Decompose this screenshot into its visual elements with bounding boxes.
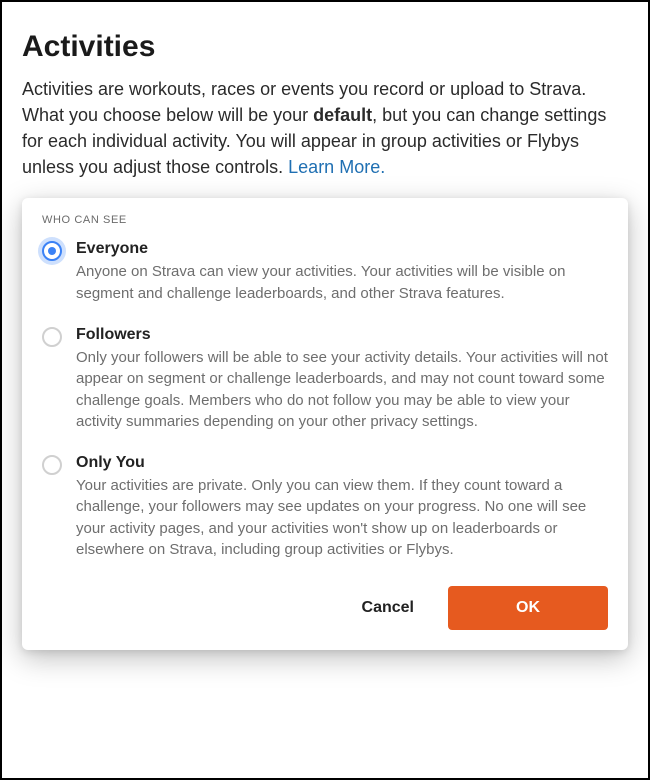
dialog-section-label: WHO CAN SEE xyxy=(42,214,608,226)
page-title: Activities xyxy=(22,30,628,64)
privacy-dialog: WHO CAN SEE Everyone Anyone on Strava ca… xyxy=(22,198,628,650)
radio-option-everyone[interactable]: Everyone Anyone on Strava can view your … xyxy=(42,240,608,304)
page-description: Activities are workouts, races or events… xyxy=(22,76,628,180)
option-title: Only You xyxy=(76,454,608,472)
dialog-actions: Cancel OK xyxy=(42,586,608,630)
option-description: Anyone on Strava can view your activitie… xyxy=(76,261,608,304)
radio-toggle-icon xyxy=(42,327,62,347)
option-description: Only your followers will be able to see … xyxy=(76,347,608,432)
option-body: Everyone Anyone on Strava can view your … xyxy=(76,240,608,304)
option-body: Followers Only your followers will be ab… xyxy=(76,326,608,432)
option-body: Only You Your activities are private. On… xyxy=(76,454,608,560)
description-bold: default xyxy=(313,105,372,125)
cancel-button[interactable]: Cancel xyxy=(346,587,430,629)
radio-toggle-icon xyxy=(42,241,62,261)
option-title: Followers xyxy=(76,326,608,344)
ok-button[interactable]: OK xyxy=(448,586,608,630)
radio-option-only-you[interactable]: Only You Your activities are private. On… xyxy=(42,454,608,560)
option-description: Your activities are private. Only you ca… xyxy=(76,475,608,560)
radio-option-followers[interactable]: Followers Only your followers will be ab… xyxy=(42,326,608,432)
radio-list: Everyone Anyone on Strava can view your … xyxy=(42,240,608,560)
option-title: Everyone xyxy=(76,240,608,258)
radio-toggle-icon xyxy=(42,455,62,475)
learn-more-link[interactable]: Learn More. xyxy=(288,157,385,177)
